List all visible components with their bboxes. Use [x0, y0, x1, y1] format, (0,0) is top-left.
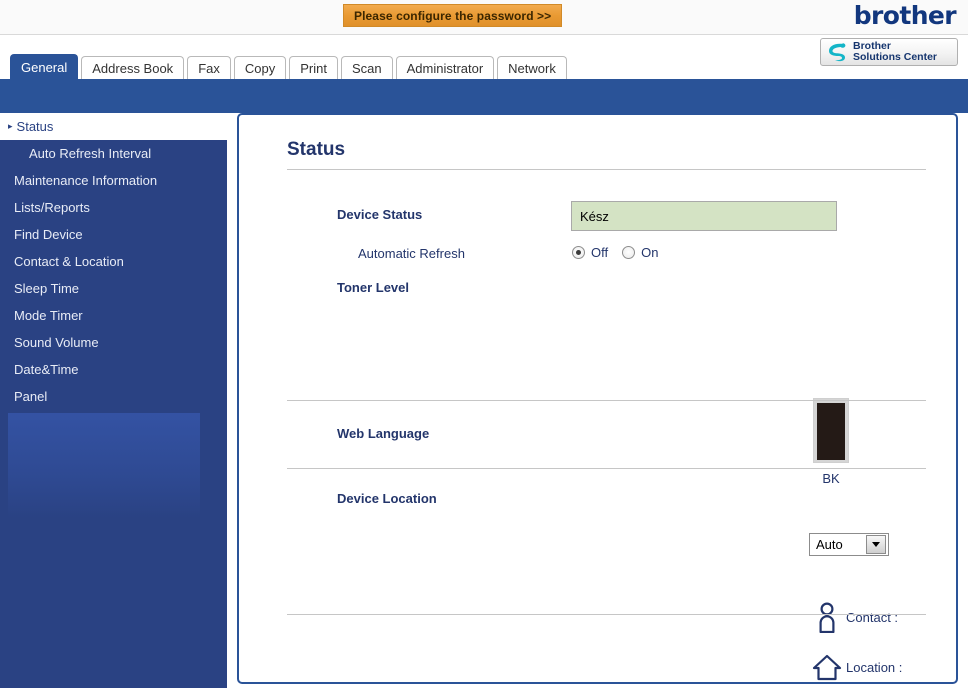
sidebar-nav: ▸ Status Auto Refresh Interval Maintenance …: [0, 113, 227, 410]
tab-scan[interactable]: Scan: [340, 56, 393, 79]
brother-solutions-center-button[interactable]: Brother Solutions Center: [820, 38, 958, 66]
web-language-divider: [287, 468, 926, 469]
toner-section-divider: [287, 400, 926, 401]
sidebar-item-label: Status: [16, 119, 54, 134]
toner-gauge-bk: BK: [813, 398, 849, 486]
tab-bar: General Address Book Fax Copy Print Scan Admin…: [0, 35, 968, 79]
automatic-refresh-on-label: On: [641, 245, 659, 260]
sidebar-item-lists-reports[interactable]: Lists/Reports: [0, 194, 227, 221]
tab-fax[interactable]: Fax: [187, 56, 231, 79]
toner-tube-bk: [813, 398, 849, 463]
toner-label-bk: BK: [822, 471, 840, 486]
automatic-refresh-radio-group: Off On: [572, 245, 672, 260]
person-icon: [819, 602, 835, 633]
device-location-row: Location :: [812, 651, 902, 683]
device-contact-row: Contact :: [812, 601, 898, 633]
toner-level-label: Toner Level: [337, 280, 410, 295]
page-title: Status: [287, 139, 346, 160]
tab-copy[interactable]: Copy: [233, 56, 287, 79]
sidebar-item-panel[interactable]: Panel: [0, 383, 227, 410]
sidebar-item-label: Mode Timer: [14, 308, 83, 323]
sidebar-item-label: Lists/Reports: [14, 200, 90, 215]
sidebar-item-label: Sleep Time: [14, 281, 80, 296]
device-status-value: Kész: [571, 201, 837, 231]
sidebar-item-label: Maintenance Information: [14, 173, 158, 188]
bottom-divider: [287, 614, 926, 615]
sidebar-item-auto-refresh-interval[interactable]: Auto Refresh Interval: [0, 140, 227, 167]
web-language-value: Auto: [816, 537, 843, 552]
device-status-label: Device Status: [337, 207, 423, 222]
solutions-center-label: Brother Solutions Center: [853, 40, 938, 64]
sidebar-item-label: Contact & Location: [14, 254, 124, 269]
tab-network[interactable]: Network: [497, 56, 567, 79]
automatic-refresh-radio-on[interactable]: [622, 246, 636, 259]
sidebar-item-label: Sound Volume: [14, 335, 99, 350]
tab-list: General Address Book Fax Copy Print Scan Admin…: [10, 54, 567, 79]
tab-address-book[interactable]: Address Book: [81, 56, 185, 79]
sidebar-item-label: Find Device: [14, 227, 83, 242]
sidebar-item-mode-timer[interactable]: Mode Timer: [0, 302, 227, 329]
sidebar-item-label: Panel: [14, 389, 48, 404]
sidebar-item-sleep-time[interactable]: Sleep Time: [0, 275, 227, 302]
sidebar-item-contact-location[interactable]: Contact & Location: [0, 248, 227, 275]
sidebar-item-status[interactable]: ▸ Status: [0, 113, 227, 140]
sidebar-item-find-device[interactable]: Find Device: [0, 221, 227, 248]
automatic-refresh-label: Automatic Refresh: [358, 246, 465, 261]
sidebar: ▸ Status Auto Refresh Interval Maintenance …: [0, 113, 227, 688]
sidebar-item-label: Auto Refresh Interval: [29, 146, 152, 161]
top-header: Please configure the password >> brother: [0, 0, 968, 35]
tab-print[interactable]: Print: [289, 56, 338, 79]
toner-fill-bk: [817, 402, 845, 460]
sidebar-gradient-decoration: [8, 413, 200, 518]
solutions-center-line2: Solutions Center: [853, 51, 938, 63]
web-language-label: Web Language: [337, 426, 430, 441]
tab-general[interactable]: General: [10, 54, 79, 79]
brother-swoosh-icon: [829, 43, 846, 62]
sidebar-item-label: Date&Time: [14, 362, 79, 377]
sidebar-item-date-time[interactable]: Date&Time: [0, 356, 227, 383]
chevron-down-icon[interactable]: [866, 535, 886, 554]
automatic-refresh-radio-off[interactable]: [572, 246, 585, 259]
brother-logo: brother: [853, 1, 957, 30]
sidebar-item-sound-volume[interactable]: Sound Volume: [0, 329, 227, 356]
tab-administrator[interactable]: Administrator: [395, 56, 495, 79]
device-contact-label: Contact :: [846, 609, 899, 625]
sidebar-active-arrow-icon: ▸: [8, 121, 13, 131]
device-location-value-label: Location :: [846, 659, 903, 675]
device-location-label: Device Location: [337, 491, 437, 506]
content-panel: Status Device Status Kész Automatic Refr…: [237, 113, 958, 684]
house-icon: [812, 654, 842, 681]
sidebar-item-maintenance-information[interactable]: Maintenance Information: [0, 167, 227, 194]
web-language-select[interactable]: Auto: [809, 533, 889, 556]
title-divider: [287, 169, 926, 170]
configure-password-banner[interactable]: Please configure the password >>: [343, 4, 563, 27]
blue-band: [0, 79, 968, 113]
automatic-refresh-off-label: Off: [591, 245, 609, 260]
